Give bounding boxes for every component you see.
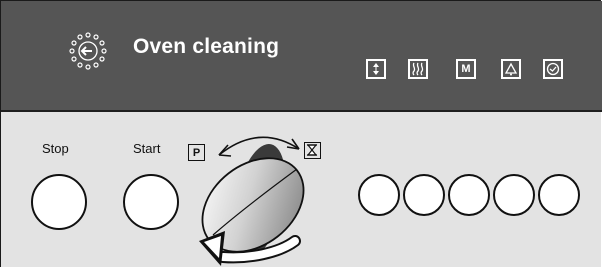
function-knob-4[interactable] (493, 174, 535, 216)
function-knob-5[interactable] (538, 174, 580, 216)
function-knob-1[interactable] (358, 174, 400, 216)
program-selector-knob[interactable] (1, 1, 602, 268)
function-knob-3[interactable] (448, 174, 490, 216)
function-knob-2[interactable] (403, 174, 445, 216)
oven-control-panel: Oven cleaning M Stop Start P (0, 0, 602, 268)
